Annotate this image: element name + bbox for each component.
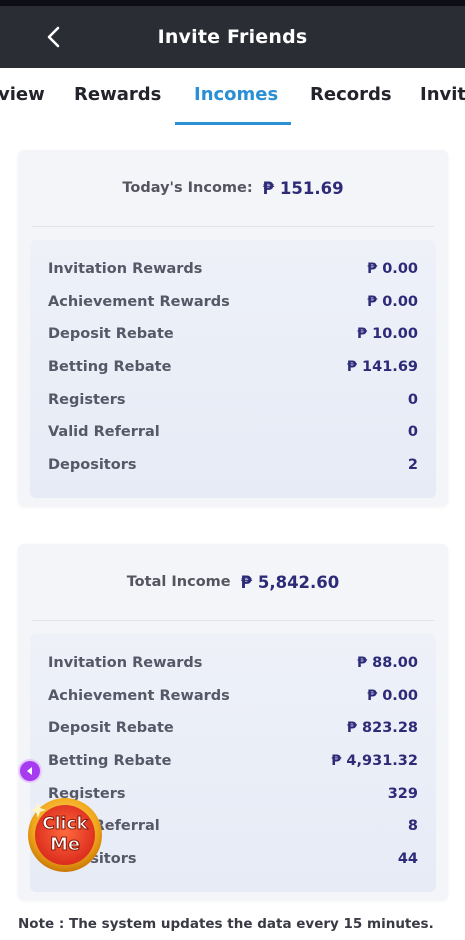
income-row: Achievement Rewards ₱ 0.00 (48, 290, 418, 314)
today-income-amount: ₱ 151.69 (262, 178, 344, 198)
row-value: ₱ 4,931.32 (331, 753, 418, 769)
income-row: Betting Rebate ₱ 141.69 (48, 355, 418, 379)
row-label: Achievement Rewards (48, 294, 230, 310)
income-row: Invitation Rewards ₱ 88.00 (48, 651, 418, 675)
today-income-title: Today's Income: (122, 180, 253, 196)
row-label: Betting Rebate (48, 359, 172, 375)
income-row: Invitation Rewards ₱ 0.00 (48, 257, 418, 281)
app-header: Invite Friends (0, 6, 465, 68)
row-label: Deposit Rebate (48, 326, 174, 342)
income-row: Betting Rebate ₱ 4,931.32 (48, 749, 418, 773)
update-note: Note : The system updates the data every… (18, 916, 434, 932)
row-value: 2 (407, 457, 418, 473)
page-title: Invite Friends (157, 26, 308, 48)
row-label: Valid Referral (48, 424, 160, 440)
row-value: 0 (407, 424, 418, 440)
total-income-title: Total Income (126, 574, 231, 590)
chevron-left-icon (27, 767, 32, 775)
back-button[interactable] (36, 19, 72, 55)
income-row: Deposit Rebate ₱ 10.00 (48, 322, 418, 346)
total-income-amount: ₱ 5,842.60 (240, 572, 340, 592)
chevron-left-icon (47, 26, 60, 48)
row-value: ₱ 823.28 (346, 720, 418, 736)
tab-rewards[interactable]: Rewards (74, 68, 161, 124)
float-collapse-button[interactable] (20, 761, 40, 781)
row-label: Depositors (48, 457, 137, 473)
total-income-header: Total Income ₱ 5,842.60 (18, 544, 448, 620)
active-tab-indicator (175, 122, 291, 125)
divider (32, 226, 434, 227)
divider (32, 620, 434, 621)
today-income-header: Today's Income: ₱ 151.69 (18, 150, 448, 226)
row-label: Betting Rebate (48, 753, 172, 769)
today-income-card: Today's Income: ₱ 151.69 Invitation Rewa… (18, 150, 448, 506)
row-label: Invitation Rewards (48, 655, 203, 671)
tab-invite[interactable]: Invit (420, 68, 465, 124)
row-value: ₱ 10.00 (356, 326, 418, 342)
income-row: Valid Referral 0 (48, 420, 418, 444)
income-row: Deposit Rebate ₱ 823.28 (48, 716, 418, 740)
tab-records[interactable]: Records (310, 68, 392, 124)
row-value: 0 (407, 392, 418, 408)
row-value: ₱ 0.00 (367, 261, 418, 277)
row-value: 44 (397, 851, 418, 867)
row-value: ₱ 141.69 (346, 359, 418, 375)
row-label: Registers (48, 392, 126, 408)
tab-overview[interactable]: view (0, 68, 45, 124)
row-value: 8 (407, 818, 418, 834)
click-me-float-button[interactable]: Click Me (24, 792, 106, 874)
row-label: Achievement Rewards (48, 688, 230, 704)
row-value: ₱ 88.00 (356, 655, 418, 671)
income-row: Achievement Rewards ₱ 0.00 (48, 684, 418, 708)
row-value: ₱ 0.00 (367, 688, 418, 704)
row-label: Deposit Rebate (48, 720, 174, 736)
today-income-breakdown: Invitation Rewards ₱ 0.00 Achievement Re… (30, 240, 436, 498)
row-label: Invitation Rewards (48, 261, 203, 277)
row-value: 329 (387, 786, 418, 802)
click-me-badge-icon: Click Me (28, 798, 102, 872)
badge-line-2: Me (50, 834, 80, 855)
tab-incomes[interactable]: Incomes (194, 68, 278, 124)
income-row: Depositors 2 (48, 453, 418, 477)
tab-bar: view Rewards Incomes Records Invit (0, 68, 465, 126)
badge-line-1: Click (42, 814, 88, 834)
row-value: ₱ 0.00 (367, 294, 418, 310)
income-row: Registers 0 (48, 388, 418, 412)
